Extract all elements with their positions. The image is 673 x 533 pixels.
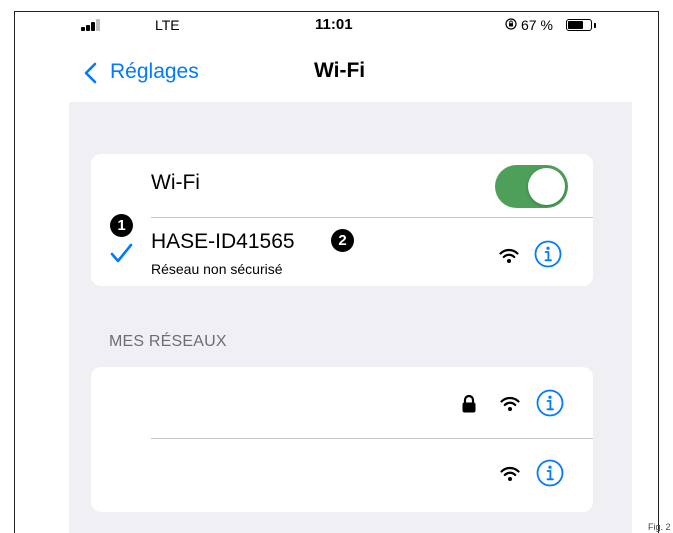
figure-frame-left [14, 11, 15, 533]
info-icon[interactable] [536, 459, 564, 487]
info-icon[interactable] [536, 389, 564, 417]
battery-fill [568, 21, 583, 29]
checkmark-icon [110, 243, 133, 263]
status-time: 11:01 [315, 16, 353, 33]
info-icon[interactable] [534, 240, 562, 268]
chevron-left-icon[interactable] [83, 62, 97, 84]
wifi-toggle[interactable] [495, 165, 568, 208]
wifi-icon [500, 466, 520, 481]
wifi-icon [500, 396, 520, 411]
status-bar: LTE 11:01 67 % [69, 12, 632, 40]
page-title: Wi-Fi [314, 59, 366, 82]
wifi-toggle-label: Wi-Fi [151, 171, 200, 194]
wifi-icon [499, 248, 519, 263]
lock-icon [462, 394, 476, 413]
back-button[interactable]: Réglages [110, 60, 199, 84]
cellular-signal-icon [81, 19, 103, 31]
connected-network-name[interactable]: HASE-ID41565 [151, 230, 295, 254]
battery-percent: 67 % [521, 17, 553, 33]
toggle-knob [528, 168, 565, 205]
phone-screen: LTE 11:01 67 % Réglages Wi-Fi Wi-Fi 1 HA… [69, 12, 632, 533]
rotation-lock-icon [505, 18, 517, 30]
figure-frame-right [658, 11, 659, 533]
carrier-label: LTE [155, 17, 180, 33]
section-header-my-networks: MES RÉSEAUX [109, 333, 227, 350]
callout-badge: 1 [110, 214, 133, 237]
divider [151, 217, 593, 218]
figure-label: Fig. 2 [648, 522, 671, 532]
network-security-status: Réseau non sécurisé [151, 261, 283, 277]
callout-badge: 2 [331, 229, 354, 252]
battery-nub [594, 23, 596, 28]
battery-icon [566, 19, 592, 31]
